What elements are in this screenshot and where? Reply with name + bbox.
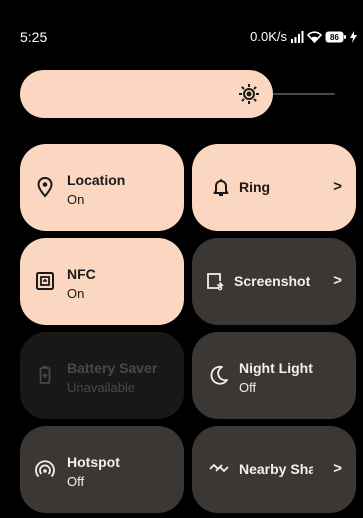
brightness-slider[interactable] [20,70,273,118]
tile-night-light[interactable]: Night Light Off [192,332,356,419]
tile-ring[interactable]: Ring > [192,144,356,231]
tile-night-light-status: Off [239,380,257,395]
status-time: 5:25 [20,29,48,45]
chevron-right-icon: > [333,272,342,289]
tile-location-status: On [67,192,85,207]
signal-icon [290,30,304,43]
tile-ring-label: Ring [239,179,271,195]
network-speed: 0.0K/s [250,29,287,44]
status-icons: 0.0K/s 86 [250,29,357,44]
hotspot-icon [34,458,56,480]
tile-nfc-label: NFC [67,266,96,282]
battery-icon: 86 [325,31,347,43]
nearby-share-icon [208,458,230,480]
tile-nfc[interactable]: NFC On [20,238,184,325]
charging-icon [350,30,357,43]
tile-night-light-label: Night Light [239,360,313,376]
tile-hotspot[interactable]: Hotspot Off [20,426,184,513]
brightness-track[interactable] [273,93,335,95]
chevron-right-icon: > [333,178,342,195]
tile-location-label: Location [67,172,126,188]
tile-screenshot[interactable]: Screenshot > [192,238,356,325]
battery-level: 86 [330,33,339,42]
bell-icon [210,176,232,198]
tile-battery-saver-label: Battery Saver [67,360,158,376]
brightness-icon [238,83,260,110]
tile-hotspot-status: Off [67,474,85,489]
tile-nearby-share-label: Nearby Share [239,461,313,477]
screenshot-icon [204,270,226,292]
chevron-right-icon: > [333,460,342,477]
tile-location[interactable]: Location On [20,144,184,231]
tile-hotspot-label: Hotspot [67,454,120,470]
moon-icon [208,364,230,386]
tile-nfc-status: On [67,286,85,301]
status-bar: 5:25 0.0K/s 86 [0,0,363,70]
nfc-icon [34,270,56,292]
tile-battery-saver-status: Unavailable [67,380,135,395]
wifi-icon [307,30,322,43]
battery-saver-icon [34,364,56,386]
tile-nearby-share[interactable]: Nearby Share > [192,426,356,513]
tile-battery-saver[interactable]: Battery Saver Unavailable [20,332,184,419]
tile-screenshot-label: Screenshot [234,273,311,289]
location-pin-icon [34,176,56,198]
